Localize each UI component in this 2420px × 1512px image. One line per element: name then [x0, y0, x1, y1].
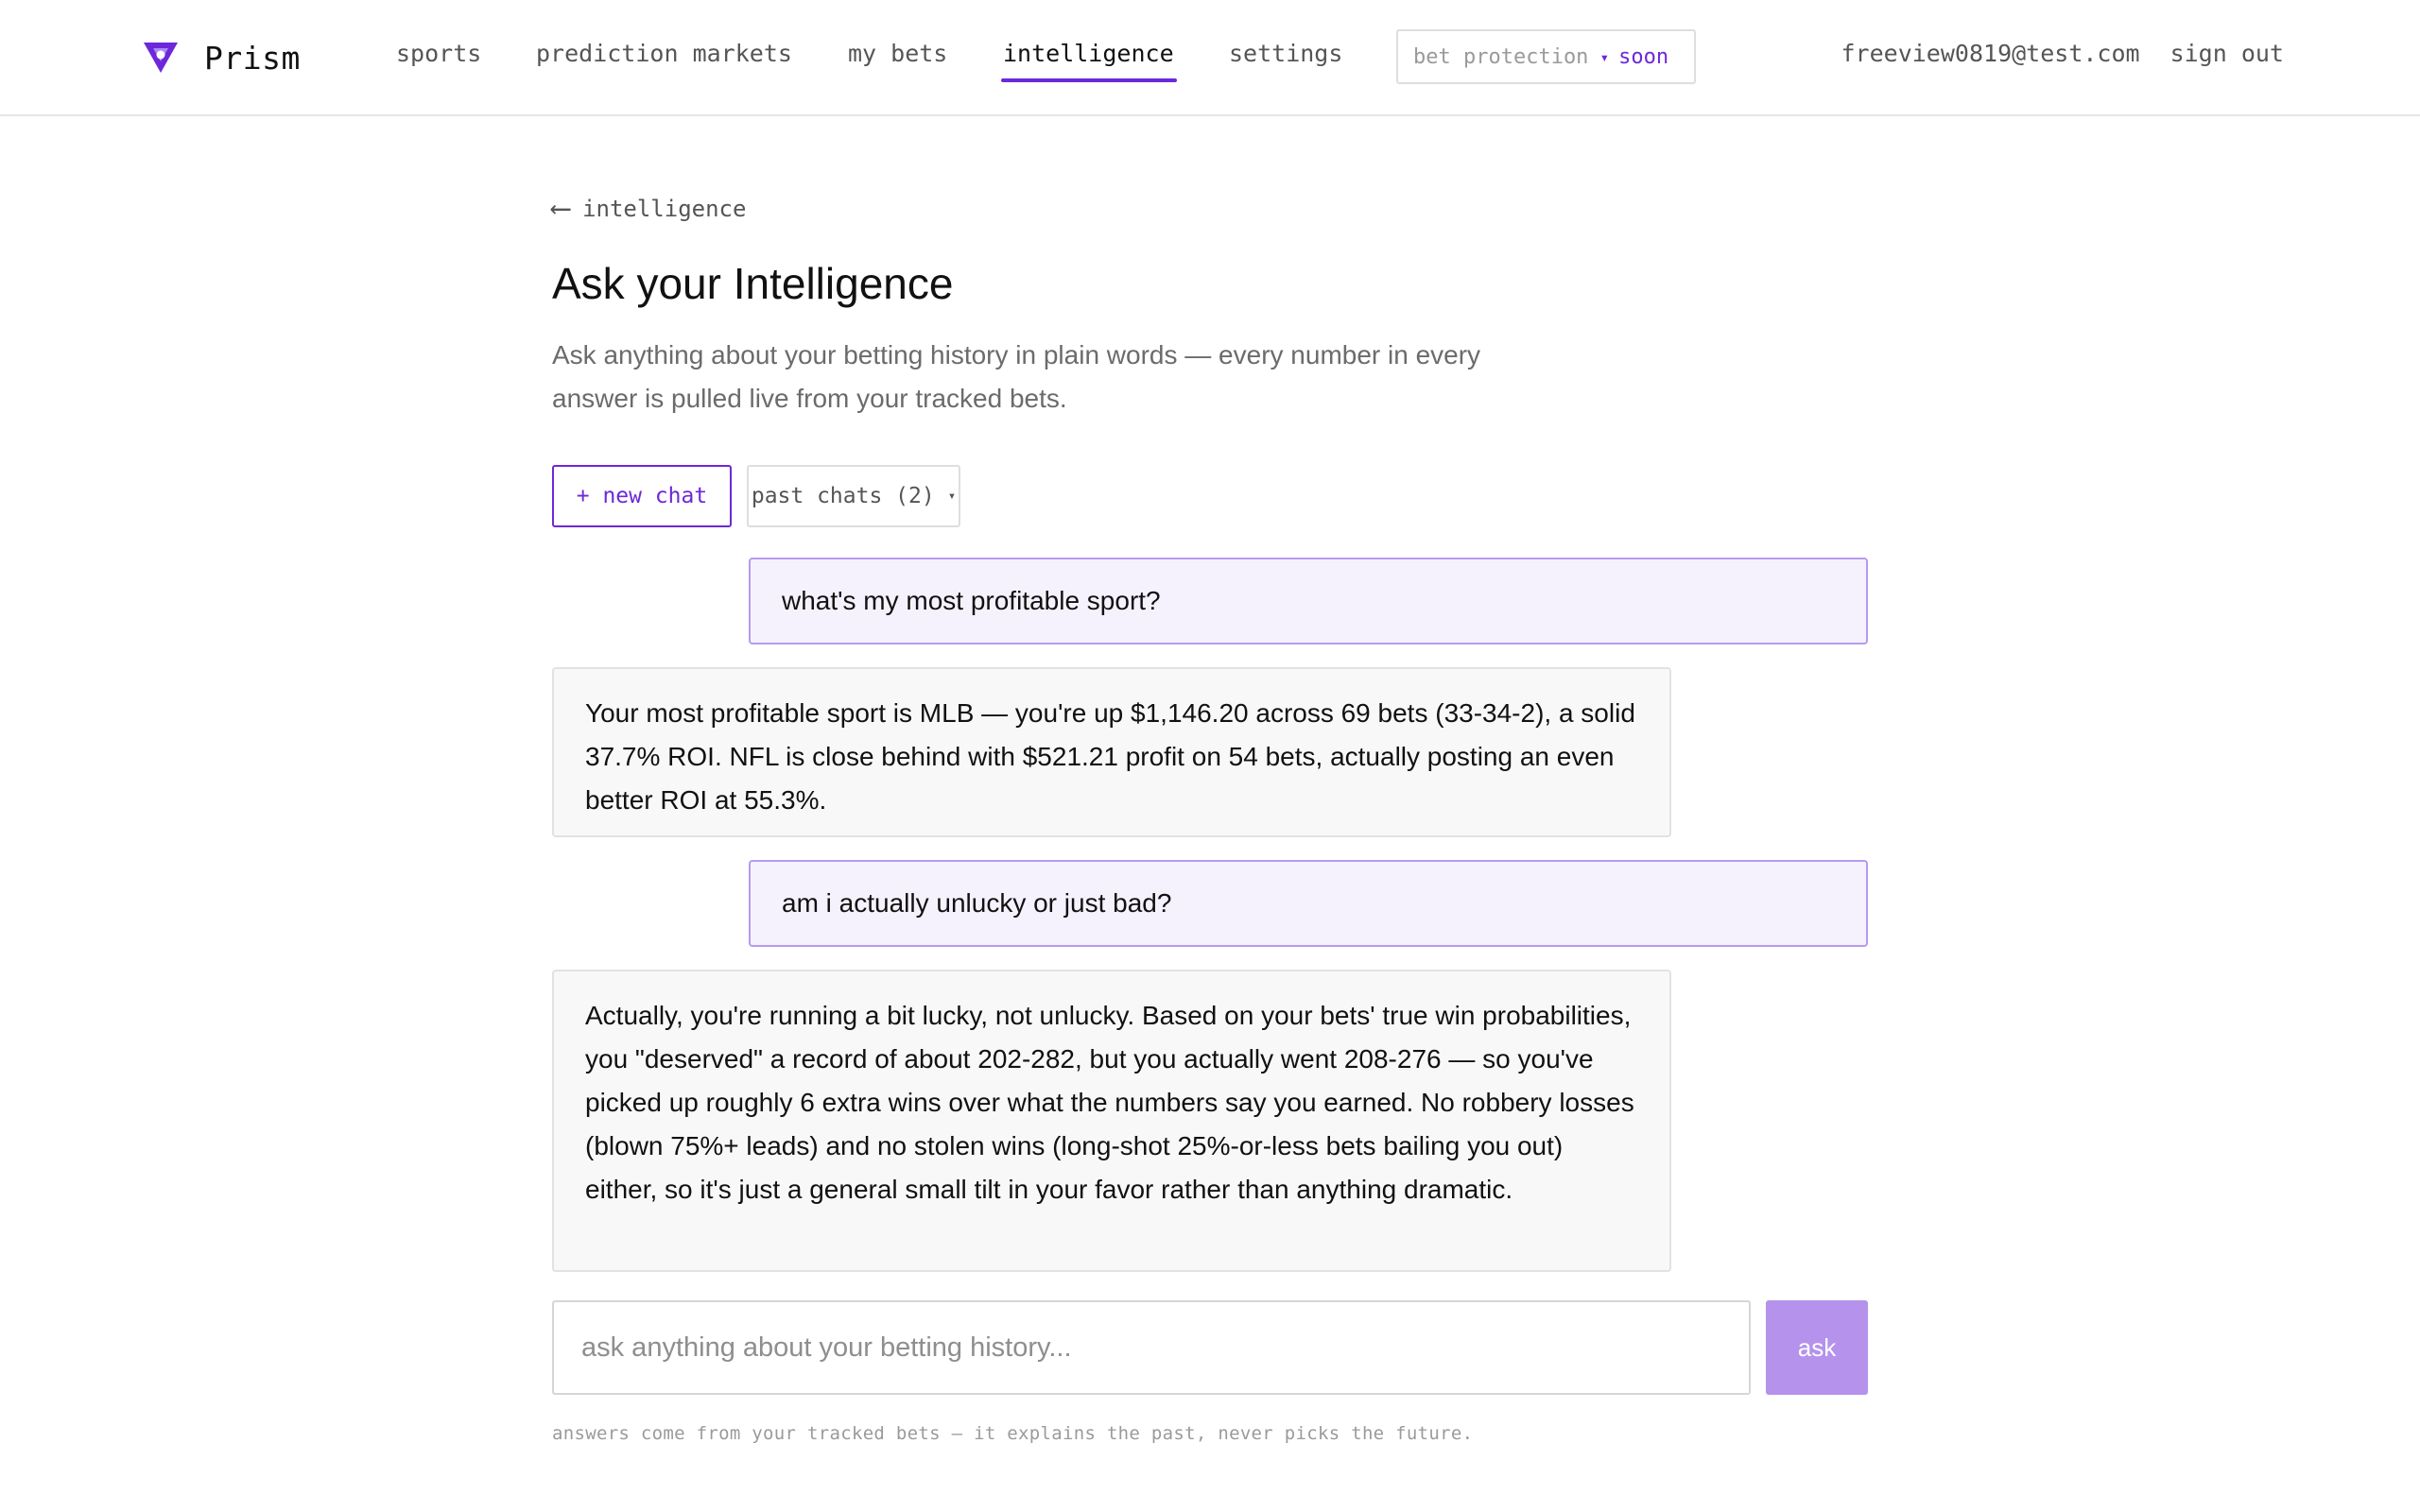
chevron-down-icon: ▾ — [947, 489, 957, 504]
assistant-message: Your most profitable sport is MLB — you'… — [552, 667, 1671, 837]
back-link[interactable]: ⟵ intelligence — [552, 192, 746, 225]
bet-protection-label: bet protection — [1413, 44, 1589, 69]
ask-button[interactable]: ask — [1766, 1300, 1868, 1395]
top-navigation-bar: Prism sports prediction markets my bets … — [0, 0, 2420, 116]
user-email: freeview0819@test.com — [1841, 40, 2140, 67]
disclaimer-footnote: answers come from your tracked bets — it… — [552, 1423, 1474, 1444]
left-arrow-icon: ⟵ — [552, 192, 570, 225]
user-message: am i actually unlucky or just bad? — [749, 860, 1868, 947]
account-nav: freeview0819@test.com sign out — [1841, 38, 2285, 70]
past-chats-label: past chats (2) — [751, 484, 935, 508]
prism-logo-icon — [144, 43, 178, 73]
assistant-message: Actually, you're running a bit lucky, no… — [552, 970, 1671, 1272]
user-message: what's my most profitable sport? — [749, 558, 1868, 644]
past-chats-dropdown[interactable]: past chats (2) ▾ — [747, 465, 960, 527]
brand-name: Prism — [204, 39, 301, 77]
back-label: intelligence — [582, 195, 747, 222]
ask-input[interactable] — [552, 1300, 1751, 1395]
active-nav-underline — [1001, 78, 1177, 82]
nav-sports[interactable]: sports — [396, 38, 481, 70]
page-title: Ask your Intelligence — [552, 259, 954, 308]
bet-protection-badge[interactable]: bet protection ▾ soon — [1396, 29, 1696, 84]
nav-intelligence[interactable]: intelligence — [1003, 38, 1174, 70]
sign-out-link[interactable]: sign out — [2170, 38, 2284, 70]
nav-my-bets[interactable]: my bets — [848, 38, 947, 70]
soon-label: soon — [1618, 44, 1669, 69]
nav-settings[interactable]: settings — [1229, 38, 1342, 70]
bet-protection-separator: ▾ — [1599, 47, 1610, 66]
brand[interactable]: Prism — [142, 38, 301, 77]
page-subtitle: Ask anything about your betting history … — [552, 340, 1481, 413]
new-chat-button[interactable]: + new chat — [552, 465, 732, 527]
nav-prediction-markets[interactable]: prediction markets — [536, 38, 792, 70]
